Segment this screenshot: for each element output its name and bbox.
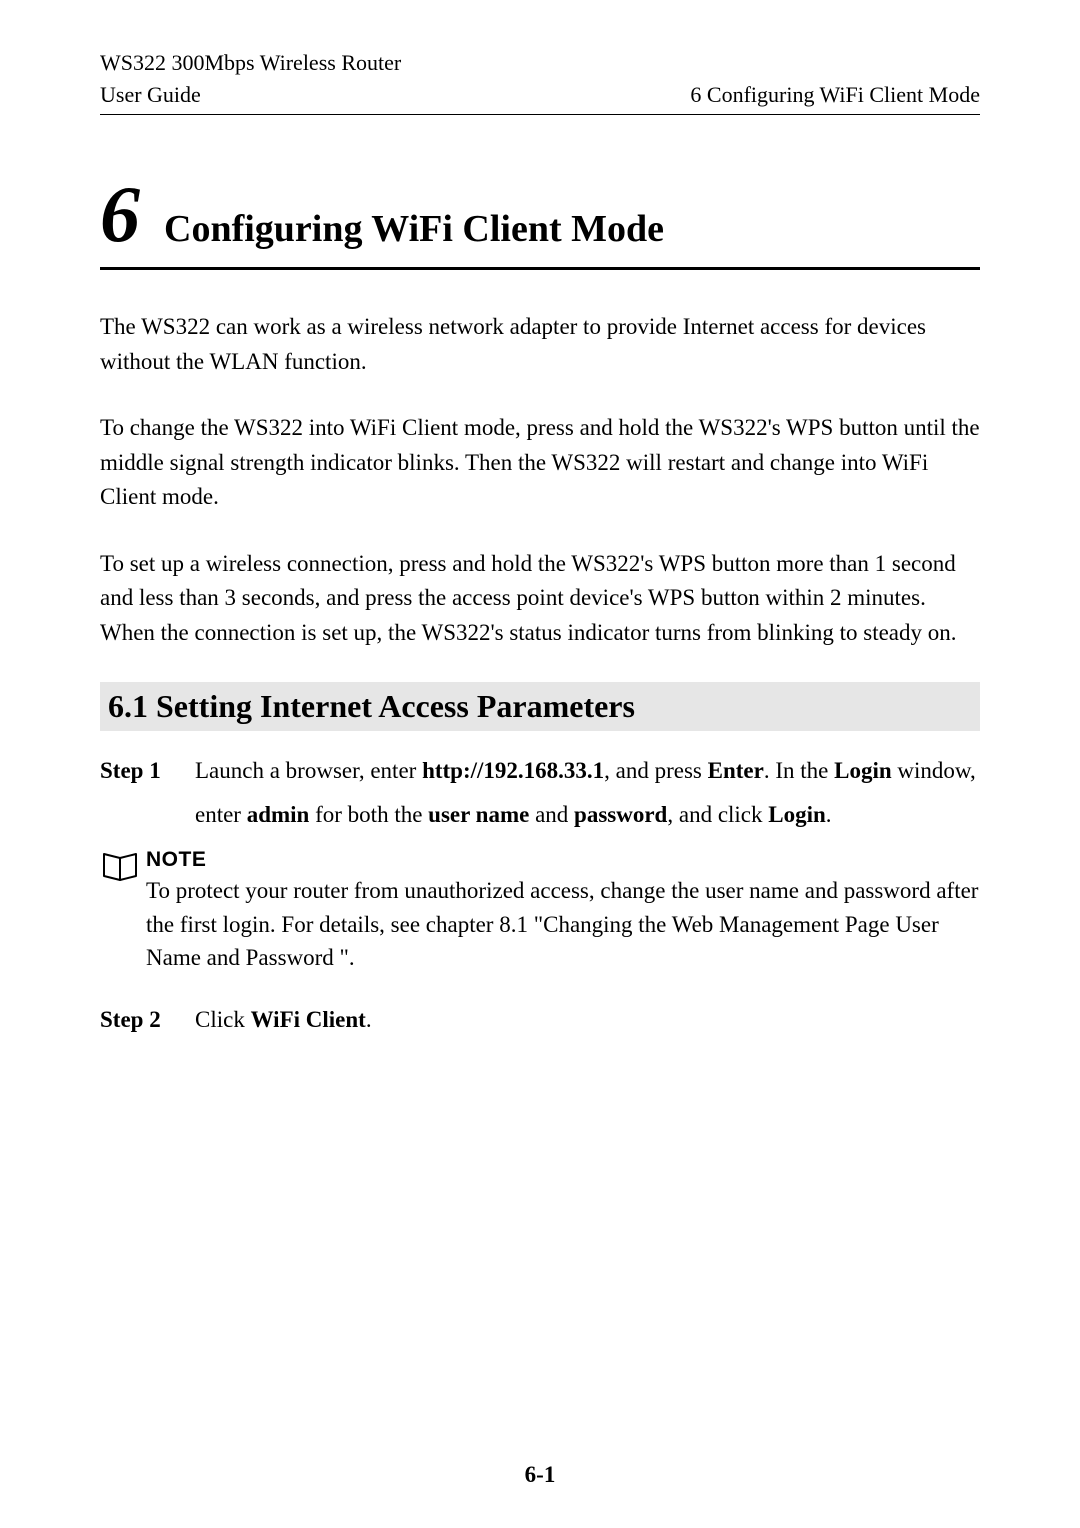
step-1: Step 1 Launch a browser, enter http://19… (100, 749, 980, 836)
step-2-body: Click WiFi Client. (195, 998, 980, 1042)
chapter-heading: 6 Configuring WiFi Client Mode (100, 175, 980, 270)
step-2: Step 2 Click WiFi Client. (100, 998, 980, 1042)
paragraph-2: To change the WS322 into WiFi Client mod… (100, 411, 980, 515)
step-2-label: Step 2 (100, 998, 195, 1042)
paragraph-1: The WS322 can work as a wireless network… (100, 310, 980, 379)
note-block: NOTE To protect your router from unautho… (100, 848, 980, 974)
step1-username: user name (428, 802, 529, 827)
book-icon (100, 850, 140, 887)
section-heading-6-1: 6.1 Setting Internet Access Parameters (100, 682, 980, 731)
step1-seg3: . In the (764, 758, 834, 783)
step1-login2: Login (768, 802, 826, 827)
note-content: NOTE To protect your router from unautho… (146, 848, 980, 974)
chapter-number: 6 (100, 175, 140, 255)
note-text: To protect your router from unauthorized… (146, 874, 980, 974)
step1-seg7: , and click (667, 802, 768, 827)
header-product: WS322 300Mbps Wireless Router (100, 50, 980, 76)
step1-password: password (574, 802, 667, 827)
step1-seg2: , and press (604, 758, 707, 783)
step-1-label: Step 1 (100, 749, 195, 836)
step1-enter: Enter (708, 758, 764, 783)
step2-wifi-client: WiFi Client (251, 1007, 366, 1032)
paragraph-3: To set up a wireless connection, press a… (100, 547, 980, 651)
header-right: 6 Configuring WiFi Client Mode (690, 82, 980, 108)
step2-seg1: Click (195, 1007, 251, 1032)
page-number: 6-1 (0, 1462, 1080, 1488)
header-left: User Guide (100, 82, 201, 108)
step2-seg2: . (366, 1007, 372, 1032)
step1-admin: admin (247, 802, 310, 827)
step1-seg8: . (826, 802, 832, 827)
step1-seg1: Launch a browser, enter (195, 758, 422, 783)
step1-seg5: for both the (309, 802, 428, 827)
header-row: User Guide 6 Configuring WiFi Client Mod… (100, 82, 980, 115)
step1-url: http://192.168.33.1 (422, 758, 604, 783)
chapter-title: Configuring WiFi Client Mode (164, 207, 664, 251)
step1-seg6: and (529, 802, 574, 827)
note-label: NOTE (146, 848, 980, 872)
step1-login1: Login (834, 758, 892, 783)
step-1-body: Launch a browser, enter http://192.168.3… (195, 749, 980, 836)
